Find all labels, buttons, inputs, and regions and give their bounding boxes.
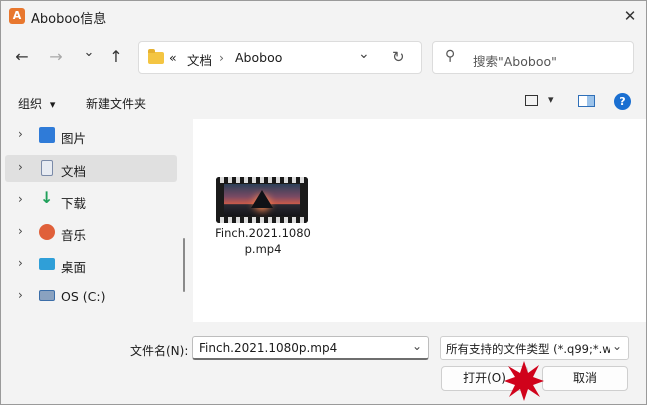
- organize-dropdown-icon: ▾: [49, 98, 56, 111]
- refresh-icon[interactable]: ↻: [392, 48, 405, 66]
- music-icon: [39, 224, 55, 240]
- help-icon[interactable]: ?: [614, 93, 631, 110]
- breadcrumb-overflow[interactable]: «: [169, 50, 177, 65]
- forward-arrow-icon[interactable]: →: [44, 45, 68, 69]
- filename-history-dropdown-icon[interactable]: ⌄: [412, 339, 422, 353]
- expand-chevron-icon[interactable]: ›: [18, 192, 23, 206]
- file-type-value: 所有支持的文件类型 (*.q99;*.w: [446, 342, 612, 356]
- sidebar-item-documents[interactable]: › 文档: [5, 155, 177, 182]
- expand-chevron-icon[interactable]: ›: [18, 127, 23, 141]
- sidebar-item-downloads[interactable]: › ↓ 下载: [5, 187, 177, 214]
- pictures-icon: [39, 127, 55, 143]
- navigation-scrollbar[interactable]: [183, 238, 185, 292]
- back-arrow-icon[interactable]: ←: [10, 45, 34, 69]
- sidebar-item-music[interactable]: › 音乐: [5, 219, 177, 246]
- organize-button[interactable]: 组织 ▾: [18, 95, 55, 112]
- file-type-select[interactable]: 所有支持的文件类型 (*.q99;*.w ⌄: [440, 336, 629, 360]
- aboboo-app-icon: A: [9, 8, 25, 24]
- video-thumbnail: [216, 177, 308, 223]
- search-box[interactable]: ⚲ 搜索"Aboboo": [432, 41, 634, 74]
- sidebar-item-label: 文档: [61, 164, 87, 179]
- search-icon: ⚲: [445, 48, 456, 64]
- cancel-button[interactable]: 取消: [542, 366, 628, 391]
- sidebar-item-label: 下载: [61, 196, 87, 211]
- file-name-label: Finch.2021.1080p.mp4: [215, 226, 311, 256]
- breadcrumb-documents[interactable]: 文档: [187, 50, 212, 69]
- sidebar-item-label: OS (C:): [61, 289, 106, 304]
- new-folder-button[interactable]: 新建文件夹: [86, 95, 146, 112]
- open-button-label: 打开(O): [463, 371, 506, 385]
- sidebar-item-pictures[interactable]: › 图片: [5, 122, 177, 149]
- address-bar[interactable]: « 文档 › Aboboo ⌄ ↻: [138, 41, 422, 74]
- view-dropdown-icon[interactable]: ▾: [548, 93, 554, 106]
- up-arrow-icon[interactable]: ↑: [104, 45, 128, 69]
- file-list-pane: Finch.2021.1080p.mp4: [193, 119, 646, 322]
- breadcrumb-aboboo[interactable]: Aboboo: [235, 50, 282, 65]
- preview-pane-icon[interactable]: [578, 95, 595, 107]
- command-bar: 组织 ▾ 新建文件夹 ▾ ?: [0, 86, 647, 118]
- filename-input[interactable]: Finch.2021.1080p.mp4 ⌄: [192, 336, 429, 360]
- search-placeholder: 搜索"Aboboo": [473, 54, 557, 69]
- filename-label: 文件名(N):: [130, 344, 189, 358]
- sidebar-item-label: 音乐: [61, 228, 87, 243]
- recent-locations-chevron-icon[interactable]: ⌄: [77, 41, 101, 65]
- downloads-icon: ↓: [40, 188, 54, 207]
- breadcrumb-separator-icon: ›: [219, 50, 224, 65]
- window-title: Aboboo信息: [31, 12, 107, 27]
- expand-chevron-icon[interactable]: ›: [18, 160, 23, 174]
- drive-icon: [39, 290, 55, 301]
- expand-chevron-icon[interactable]: ›: [18, 224, 23, 238]
- expand-chevron-icon[interactable]: ›: [18, 288, 23, 302]
- title-bar: A Aboboo信息 ✕: [0, 0, 647, 32]
- desktop-icon: [39, 258, 55, 270]
- address-dropdown-chevron-icon[interactable]: ⌄: [358, 46, 370, 62]
- sidebar-item-os-c[interactable]: › OS (C:): [5, 283, 177, 310]
- file-type-dropdown-icon[interactable]: ⌄: [609, 339, 622, 353]
- view-mode-icon[interactable]: [525, 95, 538, 106]
- dialog-footer: [1, 322, 646, 404]
- documents-icon: [41, 160, 53, 176]
- close-icon[interactable]: ✕: [616, 4, 644, 28]
- click-burst-icon: [504, 361, 544, 401]
- expand-chevron-icon[interactable]: ›: [18, 256, 23, 270]
- organize-label: 组织: [18, 97, 43, 111]
- sidebar-item-desktop[interactable]: › 桌面: [5, 251, 177, 278]
- folder-icon: [148, 49, 164, 64]
- sidebar-item-label: 图片: [61, 131, 87, 146]
- sidebar-item-label: 桌面: [61, 260, 87, 275]
- filename-value: Finch.2021.1080p.mp4: [199, 341, 338, 355]
- file-item[interactable]: Finch.2021.1080p.mp4: [209, 171, 317, 263]
- navigation-pane: › 图片 › 文档 › ↓ 下载 › 音乐 › 桌面 › OS (C:): [1, 119, 192, 322]
